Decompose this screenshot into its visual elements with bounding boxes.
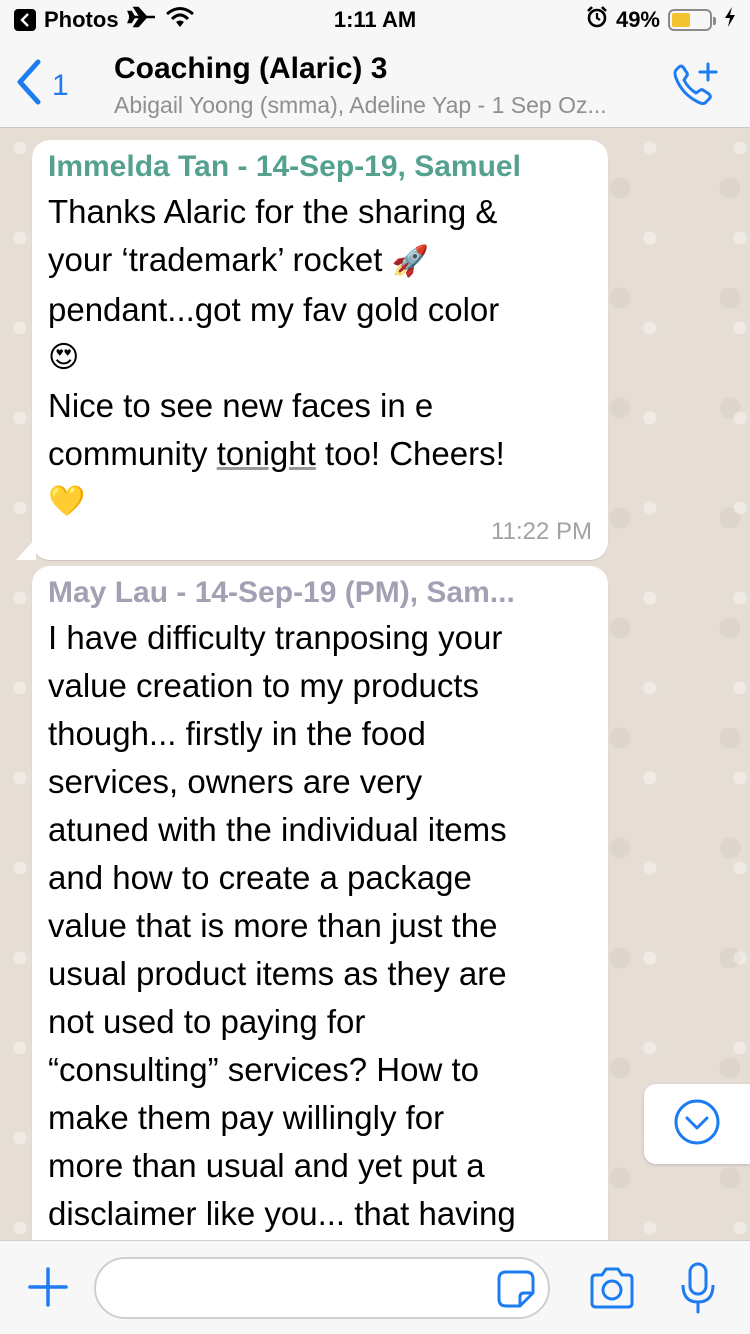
battery-icon [668, 9, 716, 31]
unread-count: 1 [52, 69, 69, 102]
attach-button[interactable] [26, 1265, 70, 1309]
battery-fill [672, 13, 690, 27]
rocket-emoji: 🚀 [391, 245, 429, 278]
message-line: usual product items as they are [48, 955, 507, 992]
status-left: Photos [14, 6, 586, 34]
status-bar: Photos 1:11 AM 49% [0, 0, 750, 40]
message-line: value that is more than just the [48, 907, 498, 944]
message-line-text: your ‘trademark’ rocket [48, 241, 383, 278]
chat-header: 1 Coaching (Alaric) 3 Abigail Yoong (smm… [0, 40, 750, 128]
sticker-icon [496, 1270, 536, 1313]
chevron-down-icon [673, 1098, 721, 1151]
message-line: atuned with the individual items [48, 811, 507, 848]
message-text: Thanks Alaric for the sharing & your ‘tr… [48, 188, 592, 526]
message-line-text: community [48, 435, 208, 472]
charging-icon [724, 7, 736, 33]
message-input[interactable] [94, 1257, 550, 1319]
mic-icon [680, 1262, 716, 1319]
message-sender: May Lau - 14-Sep-19 (PM), Sam... [48, 576, 515, 609]
plus-icon [26, 1267, 70, 1313]
heart-eyes-emoji: 😍 [48, 341, 80, 374]
message-line: make them pay willingly for [48, 1099, 445, 1136]
chat-area[interactable]: Immelda Tan - 14-Sep-19, Samuel Thanks A… [0, 128, 750, 1240]
message-bubble[interactable]: Immelda Tan - 14-Sep-19, Samuel Thanks A… [16, 140, 608, 560]
voice-message-button[interactable] [680, 1261, 716, 1315]
alarm-icon [586, 6, 608, 34]
add-call-button[interactable] [668, 60, 720, 112]
airplane-icon [126, 6, 157, 34]
detected-link-text[interactable]: tonight [217, 435, 316, 472]
battery-percent: 49% [615, 7, 660, 32]
chevron-left-icon [14, 58, 44, 114]
message-line-text: too! Cheers! [324, 435, 505, 472]
wifi-icon [165, 6, 195, 34]
message-line: “consulting” services? How to [48, 1051, 479, 1088]
status-right: 49% [586, 6, 736, 34]
message-line: I have difficulty tranposing your [48, 619, 503, 656]
message-line: though... firstly in the food [48, 715, 426, 752]
back-to-app-label[interactable]: Photos [44, 7, 119, 33]
message-line: and how to create a package [48, 859, 472, 896]
camera-icon [588, 1267, 636, 1315]
message-line: your ‘trademark’ rocket 🚀 [48, 236, 592, 286]
message-time: 11:22 PM [491, 518, 592, 545]
message-sender: Immelda Tan - 14-Sep-19, Samuel [48, 150, 521, 183]
message-text: I have difficulty tranposing your value … [48, 614, 592, 1238]
camera-button[interactable] [588, 1265, 636, 1311]
message-line: Thanks Alaric for the sharing & [48, 193, 498, 230]
message-line: more than usual and yet put a [48, 1147, 485, 1184]
message-line: disclaimer like you... that having [48, 1195, 516, 1232]
message-line: pendant...got my fav gold color [48, 291, 500, 328]
message-line: services, owners are very [48, 763, 423, 800]
scroll-to-bottom-button[interactable] [644, 1084, 750, 1164]
call-add-icon [668, 62, 720, 116]
message-bubble[interactable]: May Lau - 14-Sep-19 (PM), Sam... I have … [32, 566, 608, 1240]
chat-title-area[interactable]: Coaching (Alaric) 3 Abigail Yoong (smma)… [114, 52, 654, 119]
back-button[interactable]: 1 [14, 58, 69, 114]
message-composer [0, 1240, 750, 1334]
chat-title: Coaching (Alaric) 3 [114, 52, 388, 85]
sticker-button[interactable] [496, 1269, 536, 1309]
chat-participants: Abigail Yoong (smma), Adeline Yap - 1 Se… [114, 92, 607, 118]
back-to-app-icon[interactable] [14, 9, 36, 31]
message-line: Nice to see new faces in e [48, 387, 434, 424]
message-line: not used to paying for [48, 1003, 366, 1040]
message-line: community tonight too! Cheers! [48, 430, 592, 478]
message-line: value creation to my products [48, 667, 480, 704]
